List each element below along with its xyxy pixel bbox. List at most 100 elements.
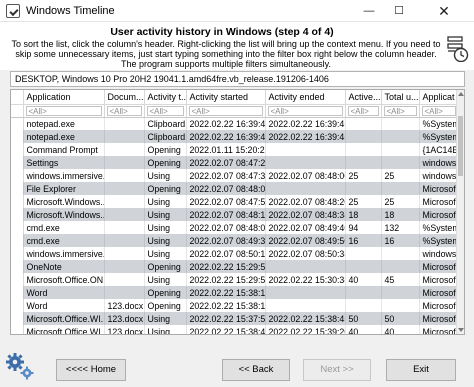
row-indicator (11, 247, 24, 260)
activity-grid[interactable]: Application Docum... Activity t... Activ… (10, 89, 465, 335)
cell-activity-ended: 2022.02.07 08:48:20 (265, 195, 346, 208)
cell-active-duration (345, 260, 382, 273)
scroll-thumb[interactable] (458, 116, 463, 176)
back-button[interactable]: << Back (222, 359, 290, 381)
cell-application-id: %System (419, 234, 459, 247)
row-indicator (11, 286, 24, 299)
filter-row: <All> <All> <All> <All> <All> <All> <All… (11, 104, 459, 118)
column-header-document[interactable]: Docum... (104, 90, 145, 105)
cell-activity-type: Opening (144, 260, 187, 273)
step-title: User activity history in Windows (step 4… (110, 26, 334, 38)
row-indicator (11, 234, 24, 247)
filter-cell: <All> (419, 104, 459, 118)
table-row[interactable]: notepad.exeClipboard...2022.02.22 16:39:… (11, 117, 459, 130)
cell-activity-type: Using (144, 234, 187, 247)
cell-document (104, 130, 145, 143)
scroll-down-arrow-icon[interactable] (458, 328, 464, 332)
cell-activity-type: Using (144, 312, 187, 325)
filter-activity-started[interactable]: <All> (188, 105, 263, 116)
cell-application-id: windows (419, 247, 459, 260)
filter-cell: <All> (381, 104, 420, 118)
filter-active-duration[interactable]: <All> (347, 105, 379, 116)
column-header-activity-type[interactable]: Activity t... (144, 90, 187, 105)
table-row[interactable]: windows.immersive... Using 2022.02.07 08:4… (11, 169, 459, 182)
next-button[interactable]: Next >> (303, 359, 371, 381)
vertical-scrollbar[interactable] (456, 90, 464, 334)
filter-activity-ended[interactable]: <All> (267, 105, 343, 116)
cell-activity-type: Using (144, 169, 187, 182)
cell-document: 123.docx (104, 312, 145, 325)
filter-activity-type[interactable]: <All> (146, 105, 184, 116)
table-row[interactable]: Settings Opening 2022.02.07 08:47:20 window… (11, 156, 459, 169)
table-row[interactable]: notepad.exeClipboard...2022.02.22 16:39:… (11, 130, 459, 143)
table-row[interactable]: File Explorer Opening 2022.02.07 08:48:07 M… (11, 182, 459, 195)
cell-total-usage (381, 299, 420, 312)
column-header-activity-ended[interactable]: Activity ended (265, 90, 346, 105)
cell-application: Word (23, 286, 105, 299)
row-indicator (11, 195, 24, 208)
filter-application[interactable]: <All> (25, 105, 102, 116)
cell-active-duration (345, 299, 382, 312)
cell-document (104, 156, 145, 169)
exit-button[interactable]: Exit (386, 359, 456, 381)
cell-document (104, 182, 145, 195)
cell-application-id: Microsof (419, 273, 459, 286)
cell-application: Microsoft.Windows.... (23, 195, 105, 208)
cell-application-id: Microsof (419, 299, 459, 312)
column-header-total-usage[interactable]: Total u... (381, 90, 420, 105)
column-header-application-id[interactable]: Applicat (419, 90, 459, 105)
cell-activity-type: Clipboard... (144, 130, 187, 143)
gears-icon (6, 353, 34, 380)
timeline-clock-icon (447, 36, 469, 62)
filter-application-id[interactable]: <All> (421, 105, 456, 116)
cell-activity-started: 2022.02.07 08:48:16 (186, 208, 266, 221)
cell-application: notepad.exe (23, 130, 105, 143)
filter-cell: <All> (23, 104, 105, 118)
cell-application-id: {1AC14E (419, 143, 459, 156)
table-row[interactable]: Microsoft.Windows.... Using 2022.02.07 08:… (11, 208, 459, 221)
table-row[interactable]: Word 123.docx Opening 2022.02.22 15:38:17 Mi… (11, 299, 459, 312)
home-button[interactable]: <<<< Home (56, 359, 126, 381)
maximize-button[interactable]: ☐ (384, 0, 414, 22)
cell-activity-started: 2022.01.11 15:20:21 (186, 143, 266, 156)
cell-application-id: windows (419, 169, 459, 182)
table-row[interactable]: Command Prompt Opening 2022.01.11 15:20:21… (11, 143, 459, 156)
table-row[interactable]: windows.immersive... Using 2022.02.07 08:5… (11, 247, 459, 260)
minimize-button[interactable]: — (354, 0, 384, 22)
row-indicator (11, 208, 24, 221)
cell-activity-type: Using (144, 273, 187, 286)
cell-active-duration: 40 (345, 273, 382, 286)
table-row[interactable]: Microsoft.Office.WI... 123.docx Using 2022.… (11, 312, 459, 325)
column-header-activity-started[interactable]: Activity started (186, 90, 266, 105)
scroll-up-arrow-icon[interactable] (458, 92, 464, 96)
cell-application: windows.immersive... (23, 247, 105, 260)
table-row[interactable]: Microsoft.Windows.... Using 2022.02.07 08:… (11, 195, 459, 208)
cell-active-duration: 25 (345, 195, 382, 208)
table-row[interactable]: cmd.exe Using 2022.02.07 08:49:34 2022.02.0… (11, 234, 459, 247)
cell-activity-ended (265, 182, 346, 195)
cell-application-id: Microsof (419, 286, 459, 299)
table-row[interactable]: Word Opening 2022.02.22 15:38:17 Microsof (11, 286, 459, 299)
filter-total-usage[interactable]: <All> (383, 105, 417, 116)
filter-document[interactable]: <All> (106, 105, 142, 116)
cell-application: notepad.exe (23, 117, 105, 130)
cell-activity-ended (265, 260, 346, 273)
cell-activity-type: Opening (144, 286, 187, 299)
column-header-active-duration[interactable]: Active... (345, 90, 382, 105)
cell-activity-started: 2022.02.22 15:38:17 (186, 299, 266, 312)
source-path-field[interactable]: DESKTOP, Windows 10 Pro 20H2 19041.1.amd… (10, 71, 465, 87)
cell-activity-type: Using (144, 247, 187, 260)
table-row[interactable]: Microsoft.Office.WI... 123.docx Using 2022.… (11, 325, 459, 334)
table-row[interactable]: OneNote Opening 2022.02.22 15:29:51 Microso… (11, 260, 459, 273)
row-indicator (11, 169, 24, 182)
table-row[interactable]: Microsoft.Office.ON... Using 2022.02.22 15… (11, 273, 459, 286)
close-button[interactable]: ✕ (414, 0, 474, 22)
cell-activity-started: 2022.02.07 08:47:55 (186, 195, 266, 208)
cell-activity-type: Clipboard... (144, 117, 187, 130)
cell-activity-ended (265, 286, 346, 299)
table-row[interactable]: cmd.exe Using 2022.02.07 08:48:06 2022.02.0… (11, 221, 459, 234)
cell-application: File Explorer (23, 182, 105, 195)
filter-cell: <All> (265, 104, 346, 118)
cell-activity-ended: 2022.02.07 08:49:50 (265, 234, 346, 247)
column-header-application[interactable]: Application (23, 90, 105, 105)
